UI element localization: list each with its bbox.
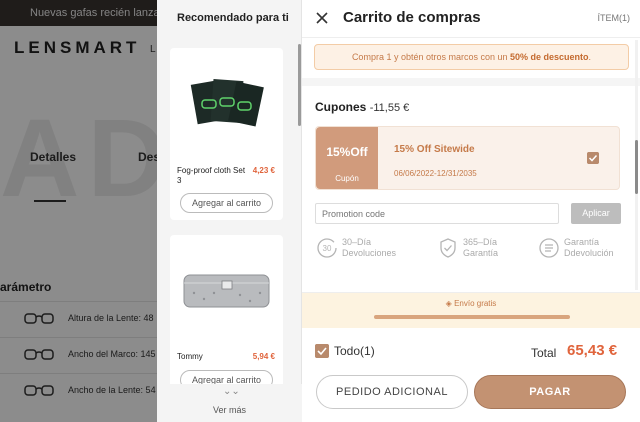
guarantee-text: 30–Día Devoluciones xyxy=(342,237,396,259)
free-shipping-banner: ◈ Envío gratis xyxy=(302,292,640,328)
guarantee-text: Garantía Ddevolución xyxy=(564,237,614,259)
recommended-title: Recomendado para ti xyxy=(177,12,289,24)
guarantee-text: 365–Día Garantía xyxy=(463,237,498,259)
guarantee-line2: Devoluciones xyxy=(342,248,397,258)
shipping-progress-bar xyxy=(374,315,570,319)
guarantee-line2: Garantía xyxy=(463,248,499,258)
promo-code-input[interactable] xyxy=(315,203,559,224)
coupons-amount: -11,55 € xyxy=(369,102,410,114)
free-shipping-text: ◈ Envío gratis xyxy=(302,299,640,308)
coupon-percent: 15%Off xyxy=(326,145,368,159)
coupon-badge: 15%Off Cupón xyxy=(316,127,378,189)
notice-highlight: 50% de descuento xyxy=(510,52,589,62)
close-icon[interactable] xyxy=(314,10,330,26)
cloth-packets-image xyxy=(190,79,264,127)
double-chevron-down-icon: ⌄⌄ xyxy=(223,386,240,397)
svg-text:30: 30 xyxy=(323,244,332,253)
product-card[interactable]: Fog-proof cloth Set 3 4,23 € Agregar al … xyxy=(170,48,283,220)
tag-icon: ◈ xyxy=(445,299,452,308)
coupon-name: 15% Off Sitewide xyxy=(394,144,475,155)
recommended-scrollbar[interactable] xyxy=(298,44,301,126)
guarantee-warranty: 365–Día Garantía xyxy=(437,235,537,263)
guarantee-line1: 365–Día xyxy=(463,237,498,247)
discount-notice: Compra 1 y obtén otros marcos con un 50%… xyxy=(314,44,629,70)
total-label: Total xyxy=(531,346,557,360)
select-all-label[interactable]: Todo(1) xyxy=(334,344,375,358)
guarantee-line2: Ddevolución xyxy=(564,248,614,258)
pay-button[interactable]: PAGAR xyxy=(474,375,626,409)
shield-icon xyxy=(440,238,456,258)
coupon-checkbox[interactable] xyxy=(587,152,599,164)
product-card[interactable]: Tommy 5,94 € Agregar al carrito xyxy=(170,235,283,395)
guarantee-returns: 30 30–Día Devoluciones xyxy=(316,235,416,263)
glasses-case-image xyxy=(183,274,270,308)
total-value: 65,43 € xyxy=(567,342,618,359)
see-more-link[interactable]: Ver más xyxy=(157,405,302,415)
guarantee-money-back: Garantía Ddevolución xyxy=(538,235,638,263)
shipping-label: Envío gratis xyxy=(454,299,497,308)
additional-order-button[interactable]: PEDIDO ADICIONAL xyxy=(316,375,468,409)
product-price: 5,94 € xyxy=(252,352,275,361)
cart-scrollbar[interactable] xyxy=(635,140,638,194)
coupons-label: Cupones xyxy=(315,100,367,114)
select-all-checkbox[interactable] xyxy=(315,344,329,358)
apply-button[interactable]: Aplicar xyxy=(571,203,621,224)
coupon-type-label: Cupón xyxy=(335,174,359,183)
cart-title: Carrito de compras xyxy=(343,9,481,26)
coupon-card[interactable]: 15%Off Cupón 15% Off Sitewide 06/06/2022… xyxy=(315,126,620,190)
product-price: 4,23 € xyxy=(252,166,275,175)
cart-header: Carrito de compras ÍTEM(1) xyxy=(302,0,640,38)
product-name[interactable]: Tommy xyxy=(177,352,247,362)
see-more-area[interactable]: ⌄⌄ Ver más xyxy=(157,384,302,422)
cart-panel: Carrito de compras ÍTEM(1) Compra 1 y ob… xyxy=(302,0,640,422)
coupon-validity: 06/06/2022-12/31/2035 xyxy=(394,169,477,178)
money-back-icon xyxy=(539,238,559,258)
section-divider xyxy=(302,78,640,86)
product-name[interactable]: Fog-proof cloth Set 3 xyxy=(177,166,247,186)
cart-item-count: ÍTEM(1) xyxy=(597,13,631,23)
return-30-icon: 30 xyxy=(317,238,337,258)
add-to-cart-button[interactable]: Agregar al carrito xyxy=(180,193,273,213)
guarantee-line1: Garantía xyxy=(564,237,600,247)
coupons-heading: Cupones -11,55 € xyxy=(315,100,409,114)
guarantee-line1: 30–Día xyxy=(342,237,372,247)
notice-prefix: Compra 1 y obtén otros marcos con un xyxy=(351,52,511,62)
recommended-panel: Recomendado para ti Fog-proof cloth Set … xyxy=(157,0,302,422)
notice-suffix: . xyxy=(588,52,592,62)
